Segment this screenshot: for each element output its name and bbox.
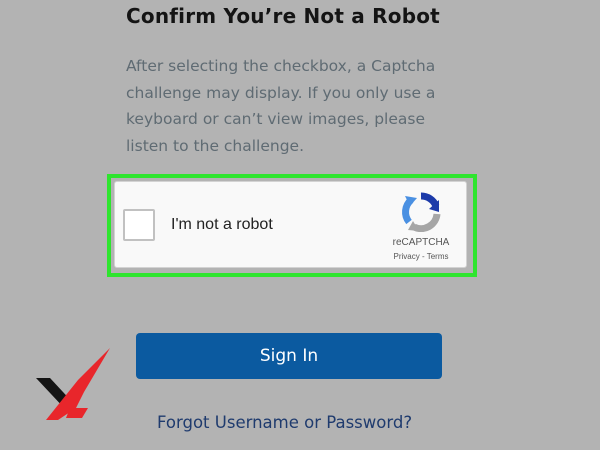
captcha-highlight-frame: I'm not a robot reCAPTCHA Privacy - Term… xyxy=(107,174,477,277)
not-robot-label[interactable]: I'm not a robot xyxy=(171,216,273,234)
recaptcha-brand-text: reCAPTCHA xyxy=(392,237,450,248)
not-robot-checkbox[interactable] xyxy=(123,209,155,241)
brand-x-logo xyxy=(36,348,110,420)
instructions-line: keyboard or can’t view images, please xyxy=(126,110,425,128)
forgot-credentials-link[interactable]: Forgot Username or Password? xyxy=(157,413,412,432)
instructions-line: challenge may display. If you only use a xyxy=(126,83,436,102)
recaptcha-widget: I'm not a robot reCAPTCHA Privacy - Term… xyxy=(114,181,467,268)
instructions-text: After selecting the checkbox, a Captcha … xyxy=(126,53,486,159)
privacy-link[interactable]: Privacy xyxy=(394,252,420,261)
sign-in-button[interactable]: Sign In xyxy=(136,333,442,379)
links-separator: - xyxy=(419,252,427,261)
page-title: Confirm You’re Not a Robot xyxy=(126,4,440,28)
instructions-line: listen to the challenge. xyxy=(126,136,305,155)
terms-link[interactable]: Terms xyxy=(427,252,449,261)
instructions-line: After selecting the checkbox, a Captcha xyxy=(126,57,436,75)
recaptcha-logo-icon xyxy=(402,192,441,232)
recaptcha-links: Privacy - Terms xyxy=(378,252,464,261)
